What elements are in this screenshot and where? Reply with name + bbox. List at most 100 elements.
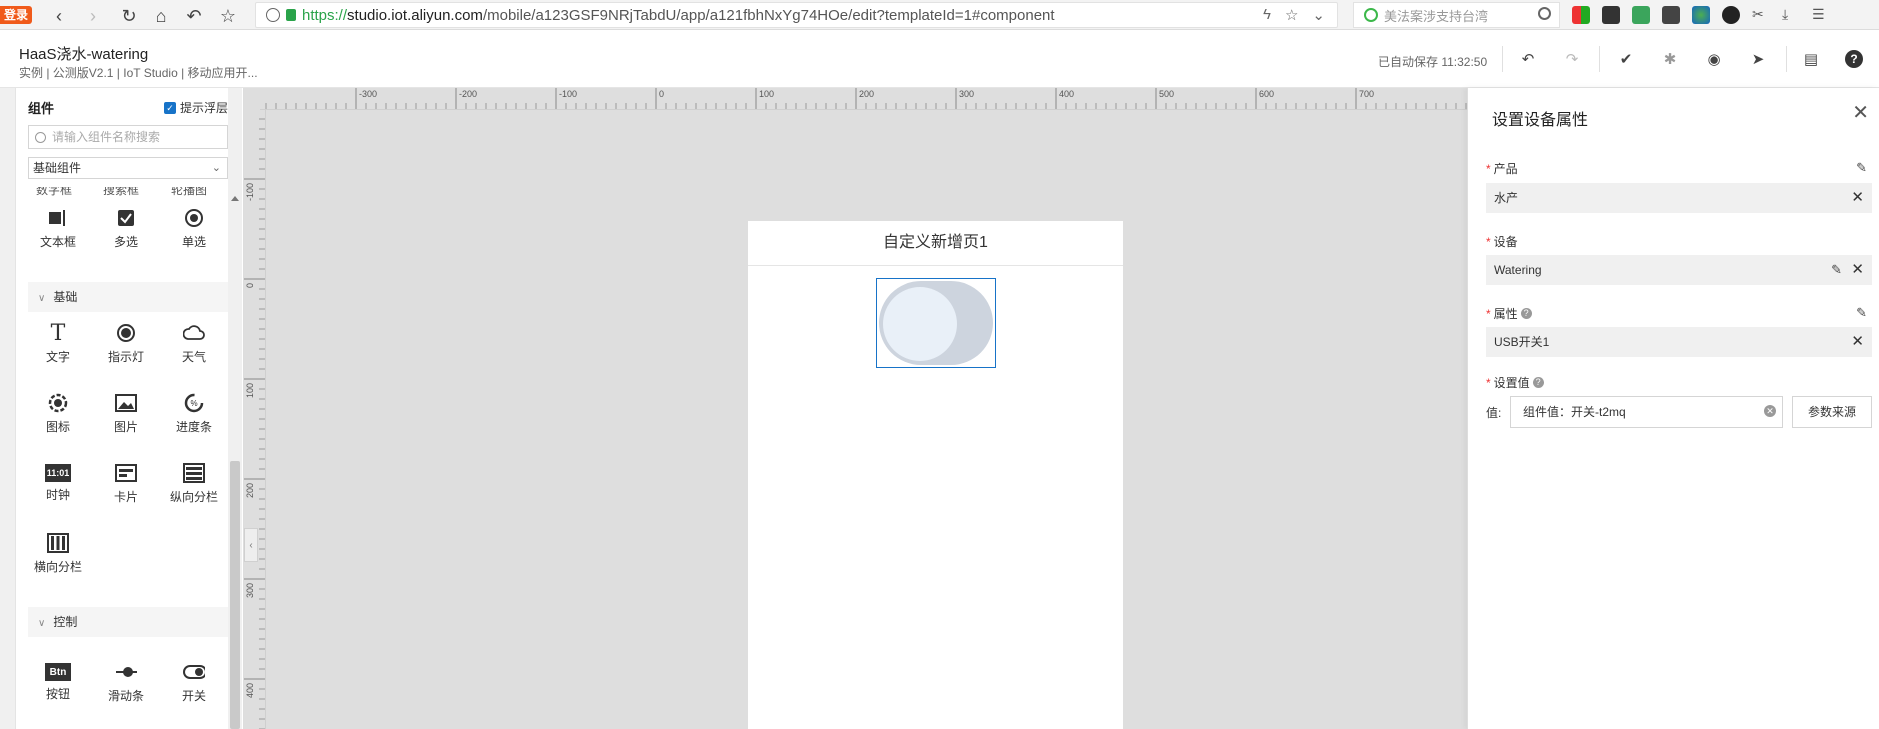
component-radio[interactable]: 单选 [164, 201, 224, 257]
bookmark-star-icon[interactable]: ☆ [217, 5, 239, 27]
ruler-label: -100 [245, 183, 255, 201]
component-search[interactable] [28, 125, 228, 149]
edit-pencil-icon[interactable]: ✎ [1856, 305, 1867, 321]
login-badge[interactable]: 登录 [0, 6, 33, 24]
value-prefix: 值: [1486, 406, 1502, 420]
edit-pencil-icon[interactable]: ✎ [1831, 255, 1842, 285]
component-card[interactable]: 卡片 [96, 456, 156, 512]
globe-icon[interactable] [1692, 6, 1710, 24]
menu-icon[interactable]: ☰ [1812, 6, 1830, 24]
component-slider[interactable]: 滑动条 [96, 655, 156, 711]
check-icon[interactable]: ✔ [1617, 50, 1635, 68]
param-source-button[interactable]: 参数来源 [1792, 396, 1872, 428]
text-t-icon: T [50, 320, 66, 346]
address-bar[interactable]: https://studio.iot.aliyun.com/mobile/a12… [255, 2, 1338, 28]
svg-text:%: % [190, 399, 197, 408]
set-value-label: * 设置值? [1486, 374, 1544, 391]
lock-icon [286, 9, 296, 21]
scrollbar-thumb[interactable] [230, 461, 240, 729]
chevron-down-icon[interactable]: ⌄ [1312, 6, 1325, 24]
component-category-select[interactable]: 基础组件 ⌄ [28, 157, 228, 179]
component-indicator[interactable]: 指示灯 [96, 316, 156, 372]
collapse-sidebar-handle[interactable]: ‹ [244, 528, 258, 562]
publish-send-icon[interactable]: ➤ [1749, 50, 1767, 68]
clear-x-icon[interactable]: ✕ [1851, 183, 1864, 213]
download-manager-icon[interactable] [1662, 6, 1680, 24]
search-engine-icon [1364, 8, 1378, 22]
columns-layout-icon [47, 532, 69, 554]
component-switch[interactable]: 开关 [164, 655, 224, 711]
clear-circle-icon[interactable]: ✕ [1764, 405, 1776, 417]
card-icon [115, 462, 137, 484]
back-icon[interactable]: ‹ [48, 5, 70, 27]
component-text[interactable]: T 文字 [28, 316, 88, 372]
component-search-input[interactable] [52, 130, 222, 144]
product-field[interactable]: 水产 ✕ [1486, 183, 1872, 213]
component-clock[interactable]: 11:01 时钟 [28, 456, 88, 512]
textbox-icon [47, 207, 69, 229]
weather-cloud-icon [183, 322, 205, 344]
section-control[interactable]: ∨ 控制 [28, 607, 228, 637]
component-vertical-columns[interactable]: 纵向分栏 [164, 456, 224, 512]
script-icon[interactable] [1722, 6, 1740, 24]
ruler-label: -100 [559, 89, 577, 99]
device-value: Watering [1494, 263, 1542, 277]
component-progress[interactable]: % 进度条 [164, 386, 224, 442]
home-icon[interactable]: ⌂ [150, 5, 172, 27]
switch-knob [883, 287, 957, 361]
chevron-down-icon: ∨ [38, 293, 46, 304]
device-label: * 设备 [1486, 234, 1518, 250]
document-icon[interactable]: ▤ [1802, 50, 1820, 68]
phone-page[interactable]: 自定义新增页1 [748, 221, 1123, 729]
selected-switch-component[interactable] [876, 278, 996, 368]
category-value: 基础组件 [33, 161, 82, 175]
sidebar-title: 组件 [28, 101, 55, 116]
product-value: 水产 [1494, 191, 1519, 205]
editor-canvas[interactable]: -300 -200 -100 0 100 200 300 400 500 600 700 -100 0… [244, 88, 1467, 729]
star-icon[interactable]: ☆ [1285, 6, 1298, 24]
search-icon[interactable] [1538, 7, 1551, 20]
value-input[interactable]: 组件值：开关-t2mq ✕ [1510, 396, 1783, 428]
component-image[interactable]: 图片 [96, 386, 156, 442]
search-suggestion[interactable]: 美法案涉支持台湾 [1384, 6, 1488, 25]
hint-layer-checkbox[interactable]: ✓ 提示浮层 [164, 99, 228, 116]
icon-component-icon [47, 392, 69, 414]
undo-close-icon[interactable]: ↶ [183, 5, 205, 27]
refresh-icon[interactable]: ↻ [118, 5, 140, 27]
component-icon[interactable]: 图标 [28, 386, 88, 442]
preview-eye-icon[interactable]: ◉ [1705, 50, 1723, 68]
property-value: USB开关1 [1494, 335, 1550, 349]
section-basic[interactable]: ∨ 基础 [28, 282, 228, 312]
component-weather[interactable]: 天气 [164, 316, 224, 372]
sidebar-scrollbar[interactable] [228, 88, 242, 729]
help-icon[interactable]: ? [1520, 308, 1532, 319]
lightning-icon[interactable]: ϟ [1263, 6, 1271, 24]
scissors-icon[interactable]: ✂ [1752, 6, 1770, 24]
component-button[interactable]: Btn 按钮 [28, 655, 88, 711]
apps-grid-icon[interactable] [1572, 6, 1590, 24]
sidebar-strip [0, 88, 16, 729]
component-textbox[interactable]: 文本框 [28, 201, 88, 257]
device-field[interactable]: Watering ✎ ✕ [1486, 255, 1872, 285]
url-text[interactable]: https://studio.iot.aliyun.com/mobile/a12… [302, 7, 1055, 24]
help-icon[interactable]: ? [1845, 50, 1863, 68]
undo-icon[interactable]: ↶ [1519, 50, 1537, 68]
extension-icon[interactable] [1602, 6, 1620, 24]
checkbox-checked-icon[interactable]: ✓ [164, 101, 176, 114]
clear-x-icon[interactable]: ✕ [1851, 327, 1864, 357]
android-icon[interactable] [1632, 6, 1650, 24]
browser-search[interactable]: 美法案涉支持台湾 [1353, 2, 1560, 28]
component-checkbox[interactable]: 多选 [96, 201, 156, 257]
app-breadcrumb[interactable]: 实例 | 公测版V2.1 | IoT Studio | 移动应用开... [19, 64, 258, 81]
component-horizontal-columns[interactable]: 横向分栏 [28, 526, 88, 582]
download-icon[interactable]: ⤓ [1782, 6, 1800, 24]
help-icon[interactable]: ? [1532, 377, 1544, 388]
close-icon[interactable]: ✕ [1852, 100, 1869, 125]
forward-icon[interactable]: › [82, 5, 104, 27]
redo-icon[interactable]: ↷ [1563, 50, 1581, 68]
property-field[interactable]: USB开关1 ✕ [1486, 327, 1872, 357]
debug-bug-icon[interactable]: ✱ [1661, 50, 1679, 68]
scroll-up-arrow-icon[interactable] [231, 196, 239, 201]
edit-pencil-icon[interactable]: ✎ [1856, 160, 1867, 176]
clear-x-icon[interactable]: ✕ [1851, 255, 1864, 285]
